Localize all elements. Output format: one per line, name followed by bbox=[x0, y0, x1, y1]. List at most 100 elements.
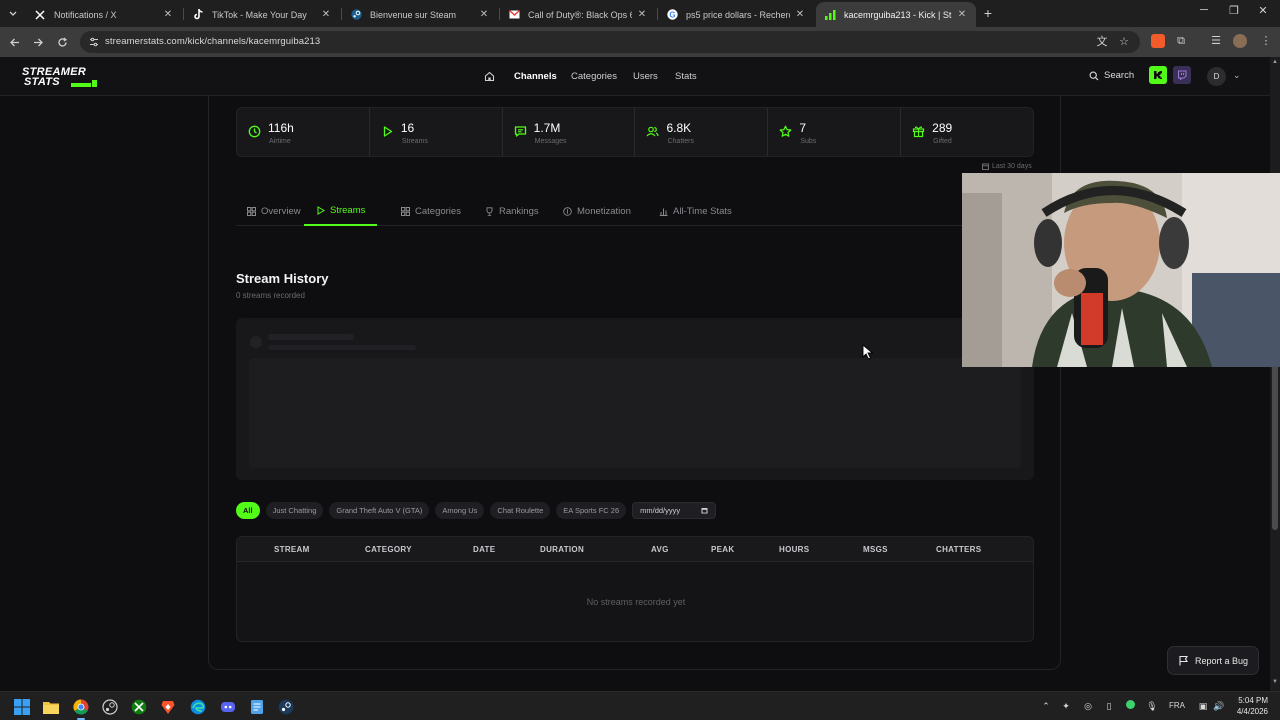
home-icon[interactable] bbox=[484, 71, 495, 82]
column-header[interactable]: PEAK bbox=[711, 545, 734, 554]
steam-app-icon[interactable] bbox=[276, 697, 295, 716]
tab-close-icon[interactable]: ✕ bbox=[478, 9, 490, 20]
browser-tab-streamerstats[interactable]: kacemrguiba213 - Kick | Stream ✕ bbox=[816, 2, 976, 27]
site-info-icon[interactable] bbox=[88, 36, 100, 48]
tab-close-icon[interactable]: ✕ bbox=[956, 9, 968, 20]
stat-label: Gifted bbox=[933, 138, 952, 145]
discord-icon[interactable] bbox=[218, 697, 237, 716]
steam-taskbar-icon[interactable] bbox=[100, 697, 119, 716]
profile-avatar-icon[interactable] bbox=[1233, 34, 1247, 48]
scrollbar-thumb[interactable] bbox=[1272, 364, 1278, 530]
page-scrollbar[interactable]: ▲ ▼ bbox=[1270, 57, 1280, 691]
minimize-icon[interactable]: ─ bbox=[1195, 4, 1213, 16]
bookmark-star-icon[interactable]: ☆ bbox=[1118, 36, 1130, 48]
edge-icon[interactable] bbox=[188, 697, 207, 716]
brave-rewards-icon[interactable] bbox=[1151, 34, 1165, 48]
twitch-platform-button[interactable] bbox=[1173, 66, 1191, 84]
streamerstats-logo[interactable]: STREAMER STATS bbox=[22, 67, 102, 89]
chevron-down-icon[interactable]: ⌄ bbox=[1233, 70, 1241, 81]
filter-chip[interactable]: Among Us bbox=[435, 502, 485, 519]
tray-battery-icon[interactable]: ▯ bbox=[1103, 700, 1115, 712]
browser-tab-x[interactable]: Notifications / X ✕ bbox=[26, 2, 182, 27]
user-avatar[interactable]: D bbox=[1207, 67, 1226, 86]
notepad-icon[interactable] bbox=[247, 697, 266, 716]
tab-close-icon[interactable]: ✕ bbox=[162, 9, 174, 20]
tab-categories[interactable]: Categories bbox=[401, 196, 461, 226]
scroll-up-icon[interactable]: ▲ bbox=[1271, 59, 1279, 65]
xbox-icon[interactable] bbox=[129, 697, 148, 716]
report-bug-button[interactable]: Report a Bug bbox=[1167, 646, 1259, 675]
kick-platform-button[interactable] bbox=[1149, 66, 1167, 84]
date-placeholder: mm/dd/yyyy bbox=[640, 506, 681, 515]
tray-steam-icon[interactable]: ◎ bbox=[1082, 700, 1094, 712]
table-header: STREAM CATEGORY DATE DURATION AVG PEAK H… bbox=[237, 537, 1033, 562]
forward-icon[interactable] bbox=[30, 34, 46, 50]
nav-users[interactable]: Users bbox=[633, 71, 658, 82]
play-icon bbox=[383, 126, 392, 137]
file-explorer-icon[interactable] bbox=[41, 697, 60, 716]
column-header[interactable]: HOURS bbox=[779, 545, 809, 554]
column-header[interactable]: MSGS bbox=[863, 545, 888, 554]
tray-mic-icon[interactable]: 🎙 bbox=[1146, 700, 1158, 712]
tray-app-icon[interactable]: ✦ bbox=[1060, 700, 1072, 712]
tab-search-menu-icon[interactable] bbox=[4, 4, 22, 22]
language-indicator[interactable]: FRA bbox=[1166, 700, 1188, 712]
column-header[interactable]: CATEGORY bbox=[365, 545, 412, 554]
close-window-icon[interactable]: ✕ bbox=[1254, 4, 1272, 17]
tray-volume-icon[interactable]: 🔊 bbox=[1213, 700, 1225, 712]
extensions-puzzle-icon[interactable]: ⧉ bbox=[1175, 35, 1187, 47]
filter-chip[interactable]: Just Chatting bbox=[265, 502, 324, 519]
browser-tab-steam[interactable]: Bienvenue sur Steam ✕ bbox=[342, 2, 498, 27]
reload-icon[interactable] bbox=[54, 34, 70, 50]
tab-close-icon[interactable]: ✕ bbox=[320, 9, 332, 20]
tab-monetization[interactable]: Monetization bbox=[563, 196, 631, 226]
restore-icon[interactable]: ❐ bbox=[1225, 4, 1243, 17]
calendar-icon[interactable] bbox=[701, 507, 708, 514]
category-filters: All Just Chatting Grand Theft Auto V (GT… bbox=[236, 502, 717, 520]
nav-stats[interactable]: Stats bbox=[675, 71, 697, 82]
tab-overview[interactable]: Overview bbox=[247, 196, 301, 226]
nav-categories[interactable]: Categories bbox=[571, 71, 617, 82]
browser-tab-gmail[interactable]: Call of Duty®: Black Ops 6 from ✕ bbox=[500, 2, 656, 27]
tab-rankings[interactable]: Rankings bbox=[485, 196, 539, 226]
column-header[interactable]: AVG bbox=[651, 545, 669, 554]
browser-tab-google[interactable]: G ps5 price dollars - Recherche G ✕ bbox=[658, 2, 814, 27]
chrome-icon[interactable] bbox=[71, 697, 90, 716]
translate-icon[interactable]: 文 bbox=[1096, 36, 1108, 48]
column-header[interactable]: CHATTERS bbox=[936, 545, 981, 554]
new-tab-button[interactable]: + bbox=[981, 5, 995, 21]
filter-chip-all[interactable]: All bbox=[236, 502, 260, 519]
back-icon[interactable] bbox=[6, 34, 22, 50]
scroll-down-icon[interactable]: ▼ bbox=[1271, 679, 1279, 685]
tray-network-icon[interactable]: ▣ bbox=[1197, 700, 1209, 712]
tab-search-icon[interactable]: ☰ bbox=[1210, 35, 1222, 47]
browser-menu-icon[interactable]: ⋮ bbox=[1260, 35, 1272, 47]
webcam-overlay bbox=[962, 173, 1280, 367]
column-header[interactable]: DURATION bbox=[540, 545, 584, 554]
stat-chatters: 6.8K Chatters bbox=[635, 108, 769, 156]
stat-label: Subs bbox=[800, 138, 817, 145]
taskbar-clock[interactable]: 5:04 PM 4/4/2026 bbox=[1228, 695, 1268, 717]
tab-streams[interactable]: Streams bbox=[304, 196, 378, 226]
stat-airtime: 116h Airtime bbox=[237, 108, 370, 156]
tray-overflow-chevron-icon[interactable]: ⌃ bbox=[1040, 700, 1052, 712]
search-icon bbox=[1089, 71, 1099, 80]
browser-tab-tiktok[interactable]: TikTok - Make Your Day ✕ bbox=[184, 2, 340, 27]
date-filter-input[interactable]: mm/dd/yyyy bbox=[632, 502, 717, 519]
tab-all-time-stats[interactable]: All-Time Stats bbox=[659, 196, 732, 226]
grid-icon bbox=[401, 206, 410, 216]
column-header[interactable]: STREAM bbox=[274, 545, 310, 554]
filter-chip[interactable]: Chat Roulette bbox=[490, 502, 551, 519]
tray-status-icon[interactable] bbox=[1124, 700, 1136, 712]
windows-start-icon[interactable] bbox=[12, 697, 31, 716]
tab-close-icon[interactable]: ✕ bbox=[794, 9, 806, 20]
search-button[interactable]: Search bbox=[1089, 70, 1134, 81]
tiktok-logo-icon bbox=[192, 9, 204, 21]
address-bar[interactable]: streamerstats.com/kick/channels/kacemrgu… bbox=[80, 31, 1140, 53]
tab-close-icon[interactable]: ✕ bbox=[636, 9, 648, 20]
filter-chip[interactable]: Grand Theft Auto V (GTA) bbox=[329, 502, 430, 519]
column-header[interactable]: DATE bbox=[473, 545, 495, 554]
brave-icon[interactable] bbox=[158, 697, 177, 716]
nav-channels[interactable]: Channels bbox=[514, 71, 557, 82]
filter-chip[interactable]: EA Sports FC 26 bbox=[556, 502, 627, 519]
